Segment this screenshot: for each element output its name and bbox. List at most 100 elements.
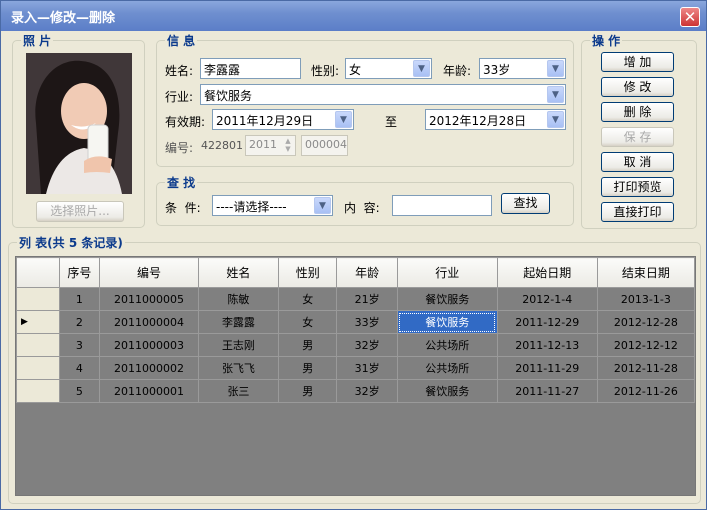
table-cell[interactable]: 2 <box>58 310 101 334</box>
records-table: 序号 编号 姓名 性别 年龄 行业 起始日期 结束日期 1 2011000005… <box>16 257 696 403</box>
add-button[interactable]: 增 加 <box>601 52 674 72</box>
condition-select[interactable]: ----请选择---- ▼ <box>212 195 333 216</box>
table-cell[interactable]: 餐饮服务 <box>396 287 498 311</box>
code-year-stepper[interactable]: 2011 ▲ ▼ <box>245 135 296 156</box>
table-cell[interactable]: 2011-11-29 <box>496 356 598 380</box>
row-header[interactable] <box>16 356 60 380</box>
code-seq-field[interactable]: 000004 <box>301 135 348 156</box>
gender-value: 女 <box>349 63 362 77</box>
table-cell[interactable]: 王志刚 <box>197 333 280 357</box>
chevron-down-icon[interactable]: ▼ <box>547 86 564 103</box>
chevron-down-icon[interactable]: ▼ <box>547 111 564 128</box>
table-cell[interactable]: 李露露 <box>197 310 280 334</box>
row-header[interactable] <box>16 333 60 357</box>
table-cell[interactable]: 男 <box>277 379 338 403</box>
valid-label: 有效期: <box>165 115 206 129</box>
table-cell[interactable]: 2012-12-28 <box>596 310 696 334</box>
table-cell[interactable]: 2012-12-12 <box>596 333 696 357</box>
industry-select[interactable]: 餐饮服务 ▼ <box>200 84 566 105</box>
selected-table-cell[interactable]: 餐饮服务 <box>396 310 498 334</box>
gender-select[interactable]: 女 ▼ <box>345 58 432 79</box>
column-header[interactable]: 年龄 <box>336 257 398 288</box>
save-button[interactable]: 保 存 <box>601 127 674 147</box>
chevron-down-icon[interactable]: ▼ <box>413 60 430 77</box>
table-cell[interactable]: 女 <box>277 310 338 334</box>
table-cell[interactable]: 餐饮服务 <box>396 379 498 403</box>
title-bar[interactable]: 录入—修改—删除 ✕ <box>1 1 706 31</box>
table-cell[interactable]: 2012-11-26 <box>596 379 696 403</box>
row-header[interactable] <box>16 379 60 403</box>
table-cell[interactable]: 2011-12-29 <box>496 310 598 334</box>
chevron-down-icon[interactable]: ▼ <box>547 60 564 77</box>
table-cell[interactable]: 33岁 <box>336 310 398 334</box>
table-cell[interactable]: 2012-1-4 <box>496 287 598 311</box>
print-preview-button[interactable]: 打印预览 <box>601 177 674 197</box>
table-cell[interactable]: 2011000004 <box>99 310 199 334</box>
table-cell[interactable]: 2011-11-27 <box>496 379 598 403</box>
table-cell[interactable]: 31岁 <box>336 356 398 380</box>
industry-value: 餐饮服务 <box>204 89 253 103</box>
table-cell[interactable]: 公共场所 <box>396 333 498 357</box>
valid-from-picker[interactable]: 2011年12月29日 ▼ <box>212 109 354 130</box>
column-header[interactable]: 编号 <box>99 257 199 288</box>
edit-button[interactable]: 修 改 <box>601 77 674 97</box>
table-cell[interactable]: 21岁 <box>336 287 398 311</box>
select-photo-button[interactable]: 选择照片... <box>36 201 124 222</box>
column-header[interactable]: 序号 <box>58 257 101 288</box>
photo-group-label: 照 片 <box>21 32 54 49</box>
table-row[interactable]: 5 2011000001 张三 男 32岁 餐饮服务 2011-11-27 20… <box>16 379 696 403</box>
spin-arrows-icon[interactable]: ▲ ▼ <box>282 137 294 154</box>
table-cell[interactable]: 男 <box>277 333 338 357</box>
valid-to-picker[interactable]: 2012年12月28日 ▼ <box>425 109 566 130</box>
table-cell[interactable]: 5 <box>58 379 101 403</box>
column-header[interactable]: 结束日期 <box>596 257 696 288</box>
row-header[interactable] <box>16 287 60 311</box>
table-cell[interactable]: 公共场所 <box>396 356 498 380</box>
table-cell[interactable]: 1 <box>58 287 101 311</box>
table-cell[interactable]: 3 <box>58 333 101 357</box>
content-input[interactable] <box>392 195 492 216</box>
age-select[interactable]: 33岁 ▼ <box>479 58 566 79</box>
to-label: 至 <box>385 115 398 129</box>
table-cell[interactable]: 32岁 <box>336 379 398 403</box>
current-row-arrow-icon[interactable]: ▶ <box>16 310 60 334</box>
table-row[interactable]: 1 2011000005 陈敏 女 21岁 餐饮服务 2012-1-4 2013… <box>16 287 696 311</box>
table-cell[interactable]: 张飞飞 <box>197 356 280 380</box>
table-cell[interactable]: 2012-11-28 <box>596 356 696 380</box>
chevron-down-icon[interactable]: ▼ <box>314 197 331 214</box>
table-cell[interactable]: 2013-1-3 <box>596 287 696 311</box>
code-prefix: 422801 <box>201 139 243 152</box>
valid-to-value: 2012年12月28日 <box>429 114 527 128</box>
cancel-button[interactable]: 取 消 <box>601 152 674 172</box>
operations-group-label: 操 作 <box>590 32 623 49</box>
table-cell[interactable]: 女 <box>277 287 338 311</box>
table-row[interactable]: 4 2011000002 张飞飞 男 31岁 公共场所 2011-11-29 2… <box>16 356 696 380</box>
table-cell[interactable]: 陈敏 <box>197 287 280 311</box>
chevron-down-icon[interactable]: ▼ <box>335 111 352 128</box>
window-title: 录入—修改—删除 <box>11 11 116 26</box>
close-button[interactable]: ✕ <box>680 7 700 27</box>
column-header[interactable]: 行业 <box>396 257 498 288</box>
table-row[interactable]: ▶ 2 2011000004 李露露 女 33岁 餐饮服务 2011-12-29… <box>16 310 696 334</box>
table-cell[interactable]: 2011000002 <box>99 356 199 380</box>
table-cell[interactable]: 张三 <box>197 379 280 403</box>
print-direct-button[interactable]: 直接打印 <box>601 202 674 222</box>
column-header[interactable]: 起始日期 <box>496 257 598 288</box>
table-cell[interactable]: 2011000001 <box>99 379 199 403</box>
column-header[interactable]: 姓名 <box>197 257 280 288</box>
table-row[interactable]: 3 2011000003 王志刚 男 32岁 公共场所 2011-12-13 2… <box>16 333 696 357</box>
condition-label: 条 件: <box>165 201 201 215</box>
find-button[interactable]: 查找 <box>501 193 550 214</box>
table-cell[interactable]: 2011-12-13 <box>496 333 598 357</box>
industry-label: 行业: <box>165 90 194 104</box>
name-field[interactable]: 李露露 <box>200 58 301 79</box>
column-header[interactable]: 性别 <box>277 257 338 288</box>
table-cell[interactable]: 男 <box>277 356 338 380</box>
table-cell[interactable]: 32岁 <box>336 333 398 357</box>
delete-button[interactable]: 删 除 <box>601 102 674 122</box>
table-cell[interactable]: 2011000003 <box>99 333 199 357</box>
table-cell[interactable]: 2011000005 <box>99 287 199 311</box>
age-label: 年龄: <box>443 64 472 78</box>
condition-value: ----请选择---- <box>216 200 287 214</box>
table-cell[interactable]: 4 <box>58 356 101 380</box>
